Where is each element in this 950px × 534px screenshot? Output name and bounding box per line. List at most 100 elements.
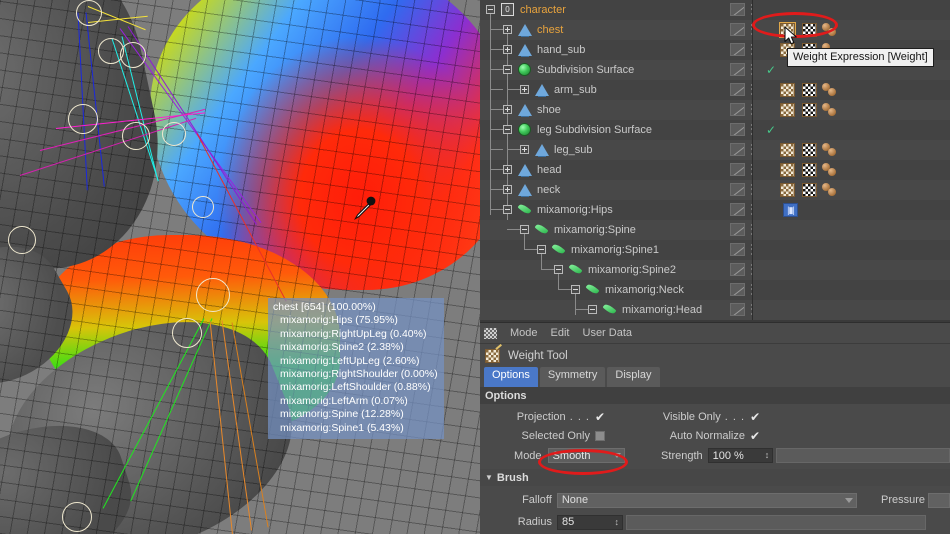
skin-deformer-tag-icon[interactable]: [822, 143, 838, 157]
skin-deformer-tag-icon[interactable]: [822, 163, 838, 177]
joint-ring[interactable]: [8, 226, 36, 254]
visibility-dots[interactable]: [730, 263, 745, 276]
attribute-manager[interactable]: Mode Edit User Data Weight Tool Options …: [480, 322, 950, 534]
object-row-mixamorig-spine[interactable]: mixamorig:Spine: [480, 220, 950, 240]
visible-only-checkbox[interactable]: ✔: [750, 411, 760, 423]
joint-ring[interactable]: [172, 318, 202, 348]
radius-slider[interactable]: [626, 514, 926, 530]
object-row-leg-subdivision-surface[interactable]: leg Subdivision Surface ✓: [480, 120, 950, 140]
object-row-mixamorig-spine2[interactable]: mixamorig:Spine2: [480, 260, 950, 280]
brush-section-header[interactable]: ▼ Brush: [480, 469, 950, 486]
skin-deformer-tag-icon[interactable]: [822, 23, 838, 37]
stepper-icon[interactable]: ↕: [765, 450, 770, 461]
visibility-dots[interactable]: [730, 243, 745, 256]
collapse-icon[interactable]: [520, 225, 529, 234]
expand-icon[interactable]: [503, 105, 512, 114]
falloff-dropdown[interactable]: None: [556, 492, 858, 508]
weight-expression-tag-icon[interactable]: [802, 23, 817, 37]
mode-dropdown[interactable]: Smooth: [547, 448, 626, 463]
weight-tag-icon[interactable]: [780, 103, 795, 117]
expand-icon[interactable]: [503, 165, 512, 174]
object-row-chest[interactable]: chest: [480, 20, 950, 40]
visibility-dots[interactable]: [730, 143, 745, 156]
tab-options[interactable]: Options: [484, 367, 538, 387]
expand-icon[interactable]: [520, 85, 529, 94]
options-section-header[interactable]: Options: [480, 387, 950, 404]
collapse-icon[interactable]: [503, 205, 512, 214]
weight-expression-tag-icon[interactable]: [802, 83, 817, 97]
selected-only-checkbox[interactable]: [595, 430, 605, 441]
object-row-head[interactable]: head: [480, 160, 950, 180]
object-row-arm-sub[interactable]: arm_sub: [480, 80, 950, 100]
grid-icon[interactable]: [484, 327, 497, 339]
collapse-icon[interactable]: [486, 5, 495, 14]
enabled-check-icon[interactable]: ✓: [766, 64, 776, 76]
weight-tag-icon[interactable]: [780, 143, 795, 157]
joint-ring[interactable]: [162, 122, 186, 146]
object-row-shoe[interactable]: shoe: [480, 100, 950, 120]
weight-expression-tag-icon[interactable]: [802, 163, 817, 177]
visibility-dots[interactable]: [730, 43, 745, 56]
visibility-dots[interactable]: [730, 183, 745, 196]
expand-icon[interactable]: [503, 25, 512, 34]
joint-ring[interactable]: [76, 0, 102, 26]
object-row-mixamorig-head[interactable]: mixamorig:Head: [480, 300, 950, 320]
visibility-dots[interactable]: [730, 283, 745, 296]
expand-icon[interactable]: [520, 145, 529, 154]
collapse-icon[interactable]: [571, 285, 580, 294]
pressure-dropdown[interactable]: [928, 492, 950, 508]
weight-tag-icon[interactable]: [780, 183, 795, 197]
tab-symmetry[interactable]: Symmetry: [539, 367, 606, 387]
weight-expression-tag-icon[interactable]: [802, 183, 817, 197]
radius-field[interactable]: 85 ↕: [557, 514, 623, 530]
projection-checkbox[interactable]: ✔: [595, 411, 605, 423]
collapse-icon[interactable]: [503, 65, 512, 74]
collapse-icon[interactable]: [554, 265, 563, 274]
tab-display[interactable]: Display: [607, 367, 660, 387]
selection-tag-icon[interactable]: |▮|: [783, 203, 798, 217]
strength-field[interactable]: 100 % ↕: [707, 448, 774, 463]
joint-ring[interactable]: [68, 104, 98, 134]
skin-deformer-tag-icon[interactable]: [822, 183, 838, 197]
collapse-icon[interactable]: [588, 305, 597, 314]
visibility-dots[interactable]: [730, 63, 745, 76]
visibility-dots[interactable]: [730, 23, 745, 36]
auto-normalize-checkbox[interactable]: ✔: [750, 430, 760, 442]
weight-expression-tag-icon[interactable]: [802, 103, 817, 117]
visibility-dots[interactable]: [730, 123, 745, 136]
object-row-mixamorig-hips[interactable]: mixamorig:Hips |▮|: [480, 200, 950, 220]
enabled-check-icon[interactable]: ✓: [766, 124, 776, 136]
skin-deformer-tag-icon[interactable]: [822, 83, 838, 97]
collapse-icon[interactable]: [503, 125, 512, 134]
joint-ring[interactable]: [196, 278, 230, 312]
joint-ring[interactable]: [192, 196, 214, 218]
object-row-mixamorig-neck[interactable]: mixamorig:Neck: [480, 280, 950, 300]
collapse-icon[interactable]: [537, 245, 546, 254]
object-row-character[interactable]: 0 character: [480, 0, 950, 20]
joint-ring[interactable]: [120, 42, 146, 68]
visibility-dots[interactable]: [730, 83, 745, 96]
visibility-dots[interactable]: [730, 203, 745, 216]
expand-icon[interactable]: [503, 45, 512, 54]
object-row-leg-sub[interactable]: leg_sub: [480, 140, 950, 160]
perspective-viewport[interactable]: chest [654] (100.00%) mixamorig:Hips (75…: [0, 0, 480, 534]
visibility-dots[interactable]: [730, 223, 745, 236]
visibility-dots[interactable]: [730, 303, 745, 316]
visibility-dots[interactable]: [730, 3, 745, 16]
menu-edit[interactable]: Edit: [551, 327, 570, 339]
weight-expression-tag-icon[interactable]: [802, 143, 817, 157]
expand-icon[interactable]: [503, 185, 512, 194]
menu-mode[interactable]: Mode: [510, 327, 538, 339]
weight-tag-icon[interactable]: [780, 83, 795, 97]
object-row-mixamorig-spine1[interactable]: mixamorig:Spine1: [480, 240, 950, 260]
visibility-dots[interactable]: [730, 163, 745, 176]
skin-deformer-tag-icon[interactable]: [822, 103, 838, 117]
weight-tag-icon[interactable]: [780, 163, 795, 177]
strength-slider[interactable]: [776, 448, 950, 463]
visibility-dots[interactable]: [730, 103, 745, 116]
joint-ring[interactable]: [122, 122, 150, 150]
joint-ring[interactable]: [62, 502, 92, 532]
stepper-icon[interactable]: ↕: [615, 517, 620, 528]
menu-user-data[interactable]: User Data: [583, 327, 633, 339]
object-row-neck[interactable]: neck: [480, 180, 950, 200]
